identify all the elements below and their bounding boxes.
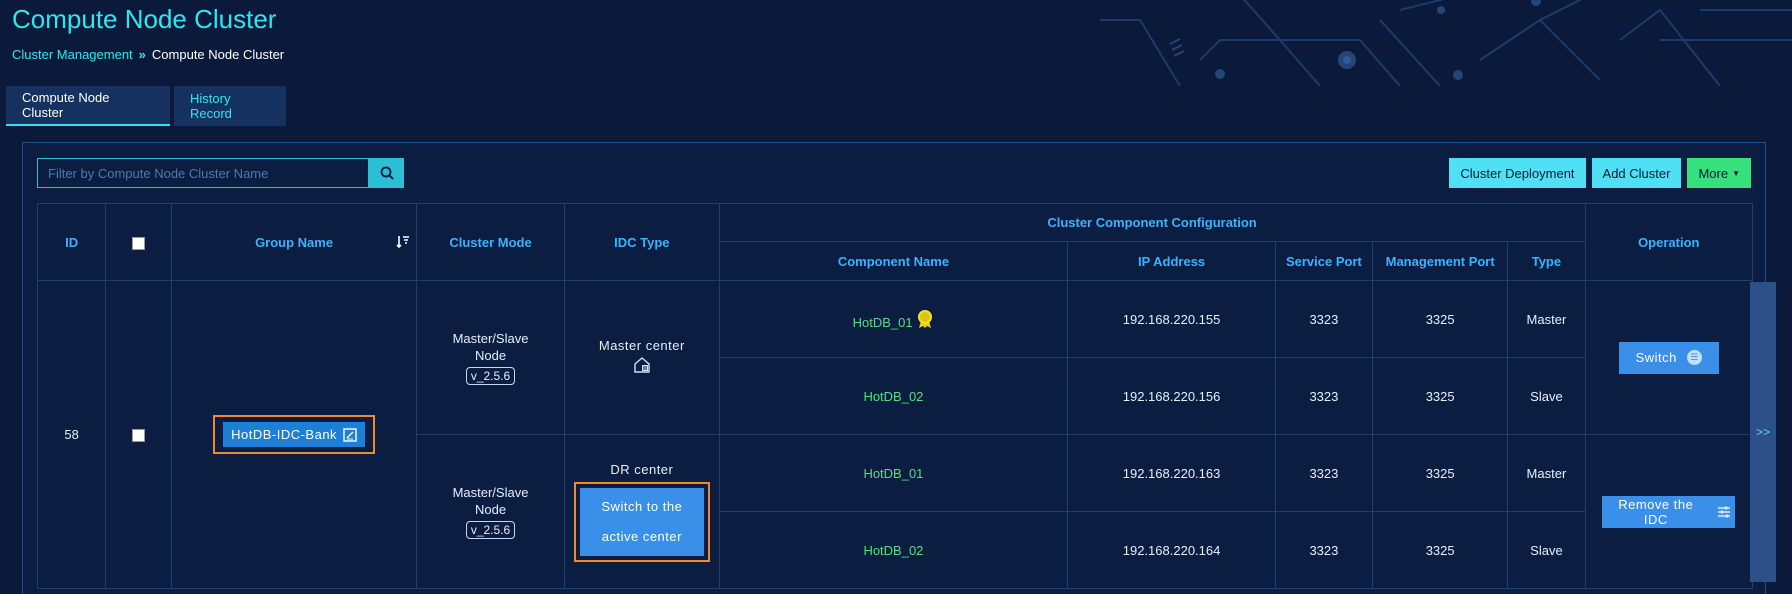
- switch-center-line2: active center: [601, 528, 682, 544]
- cell-operation-dr: Remove the IDC: [1584, 434, 1754, 589]
- cell-select: [105, 280, 173, 589]
- search-bar: [37, 158, 404, 188]
- cell-cluster-mode-master: Master/Slave Node v_2.5.6: [415, 280, 566, 435]
- remove-idc-button[interactable]: Remove the IDC: [1602, 495, 1736, 528]
- header-select-all: [105, 203, 173, 281]
- management-port: 3325: [1372, 434, 1509, 512]
- group-name-button[interactable]: HotDB-IDC-Bank: [223, 422, 366, 447]
- component-type: Master: [1507, 280, 1586, 358]
- caret-down-icon: ▼: [1732, 168, 1740, 178]
- tab-bar: Compute Node Cluster History Record: [6, 86, 286, 126]
- switch-circle-icon: ☰: [1686, 350, 1702, 365]
- page-title: Compute Node Cluster: [12, 4, 277, 34]
- expand-panel-button[interactable]: >>: [1750, 282, 1776, 582]
- cell-idc-type-dr: DR center Switch to the active center: [564, 434, 720, 589]
- header-type: Type: [1507, 241, 1586, 281]
- sort-icon[interactable]: [396, 235, 410, 249]
- vip-badge-icon: [918, 309, 933, 328]
- component-name: HotDB_01: [718, 434, 1069, 512]
- edit-icon[interactable]: [343, 427, 357, 442]
- cell-group-name: HotDB-IDC-Bank: [171, 280, 417, 589]
- select-all-checkbox[interactable]: [132, 236, 146, 250]
- cell-id: 58: [36, 280, 107, 589]
- tab-compute-node-cluster[interactable]: Compute Node Cluster: [6, 86, 170, 126]
- switch-button[interactable]: Switch ☰: [1618, 341, 1719, 374]
- remove-idc-label: Remove the IDC: [1618, 496, 1694, 527]
- service-port: 3323: [1274, 357, 1374, 435]
- component-name: HotDB_02: [718, 357, 1069, 435]
- header-cluster-mode: Cluster Mode: [415, 203, 566, 281]
- cell-operation-master: Switch ☰: [1584, 280, 1754, 435]
- header-idc-type: IDC Type: [564, 203, 720, 281]
- ip-address: 192.168.220.156: [1067, 357, 1276, 435]
- breadcrumb: Cluster Management » Compute Node Cluste…: [12, 47, 284, 62]
- breadcrumb-separator: »: [138, 47, 146, 62]
- cluster-mode-line1: Master/Slave: [452, 331, 529, 346]
- header-cluster-component-configuration: Cluster Component Configuration: [718, 203, 1586, 242]
- cluster-mode-line1: Master/Slave: [452, 485, 529, 500]
- group-name-label: HotDB-IDC-Bank: [231, 427, 338, 442]
- add-cluster-button[interactable]: Add Cluster: [1591, 158, 1682, 188]
- search-icon: [380, 166, 394, 180]
- breadcrumb-current: Compute Node Cluster: [151, 47, 285, 62]
- cluster-table: ID Group Name Cluster Mode IDC Type Clus…: [36, 203, 1754, 589]
- search-input[interactable]: [37, 158, 369, 188]
- breadcrumb-link-cluster-management[interactable]: Cluster Management: [12, 47, 133, 62]
- switch-center-line1: Switch to the: [601, 498, 683, 514]
- cluster-panel: Cluster Deployment Add Cluster More ▼ ID…: [22, 142, 1766, 594]
- header-id: ID: [36, 203, 107, 281]
- master-center-icon: [634, 357, 650, 373]
- ip-address: 192.168.220.155: [1067, 280, 1276, 358]
- header-ip-address: IP Address: [1067, 241, 1276, 281]
- header-component-name: Component Name: [718, 241, 1069, 281]
- component-name-label: HotDB_01: [852, 314, 913, 330]
- service-port: 3323: [1274, 434, 1374, 512]
- more-button[interactable]: More ▼: [1687, 158, 1751, 188]
- header-operation: Operation: [1584, 203, 1754, 281]
- service-port: 3323: [1274, 280, 1374, 358]
- component-type: Slave: [1507, 357, 1586, 435]
- idc-type-label: Master center: [598, 338, 685, 353]
- management-port: 3325: [1372, 511, 1509, 589]
- header-group-name-label: Group Name: [255, 234, 334, 250]
- component-type: Slave: [1507, 511, 1586, 589]
- version-badge: v_2.5.6: [465, 521, 516, 539]
- switch-center-highlight: Switch to the active center: [573, 481, 710, 562]
- component-type: Master: [1507, 434, 1586, 512]
- cluster-mode-line2: Node: [474, 502, 507, 517]
- idc-type-label: DR center: [610, 461, 674, 477]
- top-actions: Cluster Deployment Add Cluster More ▼: [1449, 158, 1751, 188]
- cluster-deployment-button[interactable]: Cluster Deployment: [1449, 158, 1586, 188]
- cluster-mode-line2: Node: [474, 348, 507, 363]
- ip-address: 192.168.220.163: [1067, 434, 1276, 512]
- search-button[interactable]: [369, 158, 404, 188]
- header-group-name[interactable]: Group Name: [171, 203, 417, 281]
- header-service-port: Service Port: [1274, 241, 1374, 281]
- header-management-port: Management Port: [1372, 241, 1509, 281]
- cell-cluster-mode-dr: Master/Slave Node v_2.5.6: [415, 434, 566, 589]
- table-row: 58 HotDB-IDC-Bank Master/Slave Node v_2.…: [36, 280, 1754, 589]
- switch-to-active-center-button[interactable]: Switch to the active center: [579, 487, 704, 556]
- service-port: 3323: [1274, 511, 1374, 589]
- component-name: HotDB_02: [718, 511, 1069, 589]
- management-port: 3325: [1372, 280, 1509, 358]
- tab-history-record[interactable]: History Record: [174, 86, 286, 126]
- list-settings-icon: [1718, 505, 1731, 518]
- group-name-highlight: HotDB-IDC-Bank: [213, 415, 376, 454]
- management-port: 3325: [1372, 357, 1509, 435]
- more-button-label: More: [1698, 165, 1729, 181]
- row-checkbox[interactable]: [132, 429, 146, 443]
- ip-address: 192.168.220.164: [1067, 511, 1276, 589]
- component-name: HotDB_01: [718, 280, 1069, 358]
- switch-button-label: Switch: [1635, 350, 1677, 365]
- circuit-decoration: [1100, 0, 1792, 86]
- version-badge: v_2.5.6: [465, 367, 516, 385]
- cell-idc-type-master: Master center: [564, 280, 720, 435]
